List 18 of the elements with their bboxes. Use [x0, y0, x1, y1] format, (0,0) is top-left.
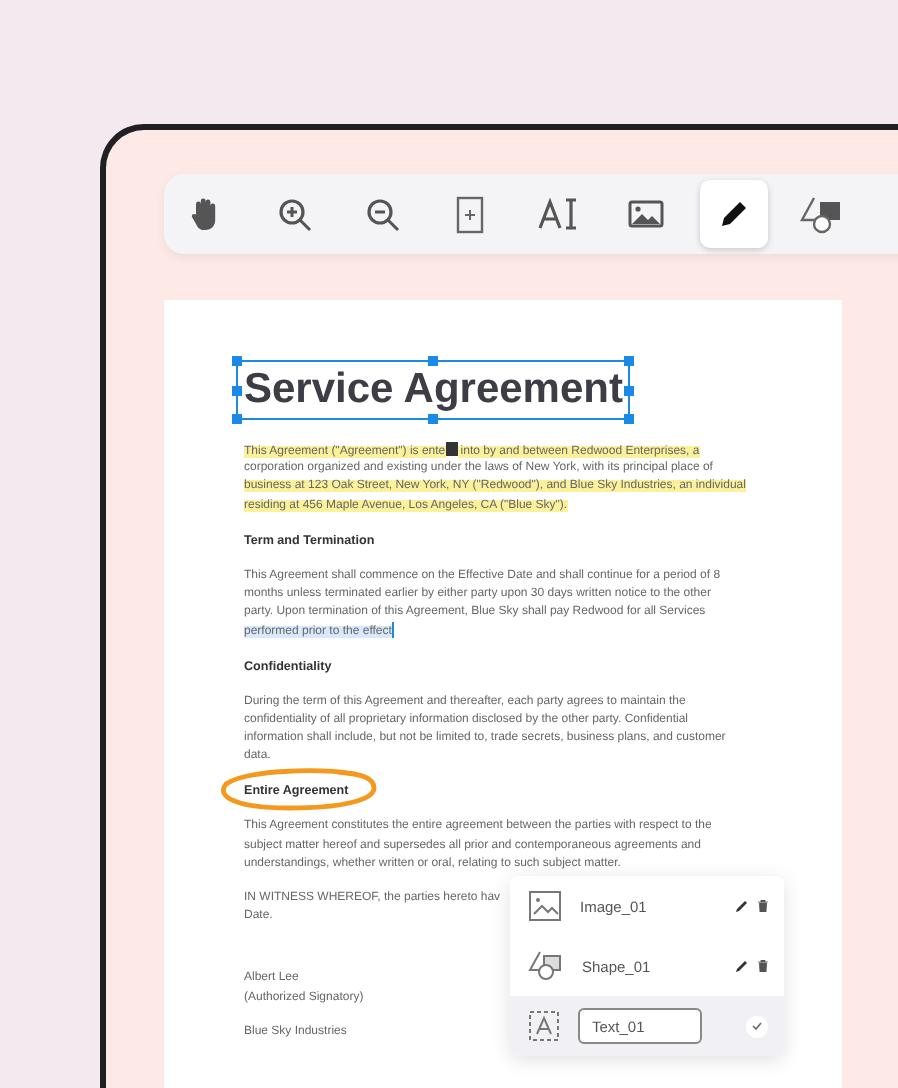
confirm-button[interactable]	[746, 1015, 768, 1037]
zoom-out-icon	[365, 197, 399, 231]
pen-tool-button[interactable]	[700, 180, 768, 248]
pen-icon	[718, 198, 750, 230]
zoom-in-icon	[277, 197, 311, 231]
image-icon	[528, 890, 562, 922]
page-move-icon	[456, 195, 484, 233]
edit-icon[interactable]	[736, 960, 748, 972]
image-icon	[628, 200, 664, 228]
text-tool-icon	[538, 198, 578, 230]
shapes-icon	[528, 950, 564, 982]
check-icon	[752, 1022, 762, 1030]
trash-icon[interactable]	[758, 900, 768, 912]
shapes-icon	[800, 194, 844, 234]
text-box-icon	[528, 1010, 560, 1042]
trash-icon[interactable]	[758, 960, 768, 972]
edit-icon[interactable]	[736, 900, 748, 912]
text-caret	[391, 622, 394, 639]
